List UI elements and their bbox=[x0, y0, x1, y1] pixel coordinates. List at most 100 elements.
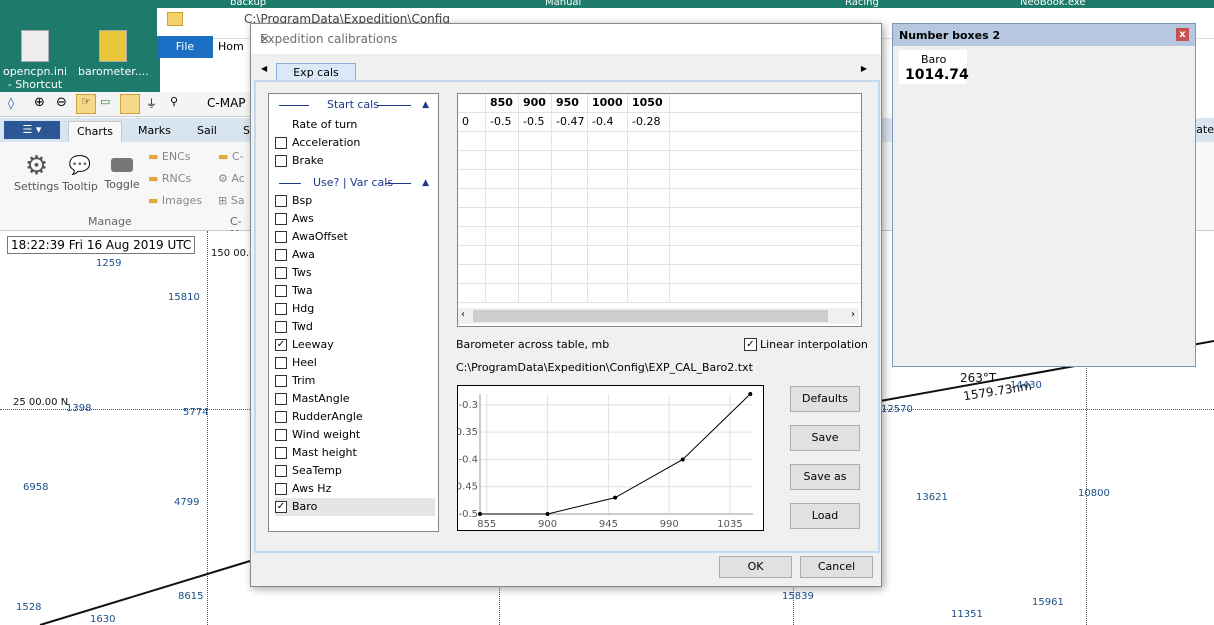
table-cell[interactable] bbox=[670, 170, 861, 189]
tab-right-arrow-icon[interactable]: ▶ bbox=[861, 64, 867, 73]
table-cell[interactable] bbox=[628, 189, 670, 208]
table-cell[interactable] bbox=[458, 170, 486, 189]
checkbox[interactable] bbox=[275, 155, 287, 167]
table-cell[interactable] bbox=[628, 170, 670, 189]
table-cell[interactable] bbox=[588, 132, 628, 151]
table-cell[interactable] bbox=[486, 246, 519, 265]
table-cell[interactable] bbox=[458, 189, 486, 208]
desktop-label[interactable]: NeoBook.exe bbox=[1020, 0, 1086, 8]
column-header[interactable]: 850 bbox=[486, 94, 519, 113]
table-cell[interactable] bbox=[588, 227, 628, 246]
column-header[interactable]: 950 bbox=[552, 94, 588, 113]
list-item-awa[interactable]: Awa bbox=[275, 246, 435, 264]
table-cell[interactable] bbox=[552, 132, 588, 151]
table-cell[interactable]: -0.4 bbox=[588, 113, 628, 132]
checkbox[interactable] bbox=[275, 357, 287, 369]
list-item-mastangle[interactable]: MastAngle bbox=[275, 390, 435, 408]
select-icon[interactable] bbox=[120, 94, 140, 114]
table-cell[interactable] bbox=[519, 284, 552, 303]
table-cell[interactable] bbox=[588, 151, 628, 170]
table-cell[interactable] bbox=[628, 246, 670, 265]
table-cell[interactable] bbox=[552, 227, 588, 246]
table-cell[interactable] bbox=[458, 246, 486, 265]
explorer-file-tab[interactable]: File bbox=[157, 36, 213, 58]
table-cell[interactable] bbox=[519, 227, 552, 246]
table-cell[interactable] bbox=[628, 151, 670, 170]
list-item-rudderangle[interactable]: RudderAngle bbox=[275, 408, 435, 426]
table-cell[interactable] bbox=[552, 265, 588, 284]
checkbox[interactable] bbox=[275, 249, 287, 261]
table-cell[interactable] bbox=[552, 208, 588, 227]
checkbox[interactable]: ✓ bbox=[744, 338, 757, 351]
ok-button[interactable]: OK bbox=[719, 556, 792, 578]
table-cell[interactable] bbox=[486, 265, 519, 284]
cmap-label[interactable]: C-MAP - bbox=[207, 96, 254, 110]
table-cell[interactable] bbox=[628, 227, 670, 246]
table-cell[interactable] bbox=[519, 132, 552, 151]
table-cell[interactable] bbox=[588, 170, 628, 189]
list-item-leeway[interactable]: ✓ Leeway bbox=[275, 336, 435, 354]
table-cell[interactable] bbox=[670, 151, 861, 170]
table-cell[interactable]: 0 bbox=[458, 113, 486, 132]
tab-left-arrow-icon[interactable]: ◀ bbox=[261, 64, 267, 73]
tab-sail[interactable]: Sail bbox=[189, 121, 225, 141]
images-button[interactable]: ▬ Images bbox=[148, 194, 202, 207]
table-cell[interactable] bbox=[588, 265, 628, 284]
scroll-right-icon[interactable]: › bbox=[851, 309, 855, 320]
desktop-label[interactable]: Racing bbox=[845, 0, 879, 8]
list-item-tws[interactable]: Tws bbox=[275, 264, 435, 282]
list-item-hdg[interactable]: Hdg bbox=[275, 300, 435, 318]
table-cell[interactable] bbox=[519, 189, 552, 208]
table-cell[interactable] bbox=[486, 189, 519, 208]
plug-icon[interactable]: ⏚ bbox=[146, 95, 157, 111]
table-cell[interactable] bbox=[458, 208, 486, 227]
desktop-icon-barometer[interactable]: barometer.... bbox=[78, 30, 149, 78]
table-cell[interactable] bbox=[628, 265, 670, 284]
table-cell[interactable]: -0.47 bbox=[552, 113, 588, 132]
list-item-acceleration[interactable]: Acceleration bbox=[275, 134, 435, 152]
route-icon[interactable]: ▭ bbox=[100, 95, 110, 108]
table-cell[interactable] bbox=[670, 132, 861, 151]
save-as-button[interactable]: Save as bbox=[790, 464, 860, 490]
checkbox[interactable] bbox=[275, 483, 287, 495]
checkbox[interactable] bbox=[275, 411, 287, 423]
table-cell[interactable] bbox=[670, 246, 861, 265]
table-cell[interactable] bbox=[552, 151, 588, 170]
table-cell[interactable] bbox=[519, 246, 552, 265]
section-var-cals[interactable]: Use? | Var cals ▲ bbox=[275, 174, 431, 192]
checkbox[interactable] bbox=[275, 267, 287, 279]
table-cell[interactable] bbox=[486, 132, 519, 151]
list-item-bsp[interactable]: Bsp bbox=[275, 192, 435, 210]
table-cell[interactable] bbox=[628, 284, 670, 303]
table-cell[interactable] bbox=[458, 132, 486, 151]
save-button[interactable]: Save bbox=[790, 425, 860, 451]
column-header[interactable]: 1050 bbox=[628, 94, 670, 113]
desktop-label[interactable]: backup bbox=[230, 0, 266, 8]
table-cell[interactable] bbox=[519, 151, 552, 170]
table-cell[interactable] bbox=[552, 170, 588, 189]
sa-button[interactable]: ⊞ Sa bbox=[218, 194, 244, 207]
settings-button[interactable]: ⚙ Settings bbox=[14, 152, 59, 193]
list-item-twd[interactable]: Twd bbox=[275, 318, 435, 336]
ac-button[interactable]: ⚙ Ac bbox=[218, 172, 245, 185]
table-cell[interactable] bbox=[628, 208, 670, 227]
checkbox[interactable] bbox=[275, 375, 287, 387]
table-cell[interactable] bbox=[458, 151, 486, 170]
table-cell[interactable] bbox=[628, 132, 670, 151]
close-icon[interactable]: ✕ bbox=[260, 32, 873, 46]
checkbox[interactable]: ✓ bbox=[275, 501, 287, 513]
table-cell[interactable] bbox=[486, 170, 519, 189]
table-cell[interactable] bbox=[670, 284, 861, 303]
list-item-brake[interactable]: Brake bbox=[275, 152, 435, 170]
checkbox[interactable] bbox=[275, 137, 287, 149]
column-header[interactable] bbox=[458, 94, 486, 113]
table-cell[interactable] bbox=[588, 189, 628, 208]
list-item-trim[interactable]: Trim bbox=[275, 372, 435, 390]
table-cell[interactable] bbox=[486, 151, 519, 170]
table-cell[interactable]: -0.5 bbox=[519, 113, 552, 132]
zoom-out-icon[interactable]: ⊖ bbox=[56, 95, 67, 110]
table-cell[interactable] bbox=[670, 113, 861, 132]
tooltip-button[interactable]: 💬 Tooltip bbox=[60, 152, 100, 193]
checkbox[interactable] bbox=[275, 393, 287, 405]
load-button[interactable]: Load bbox=[790, 503, 860, 529]
